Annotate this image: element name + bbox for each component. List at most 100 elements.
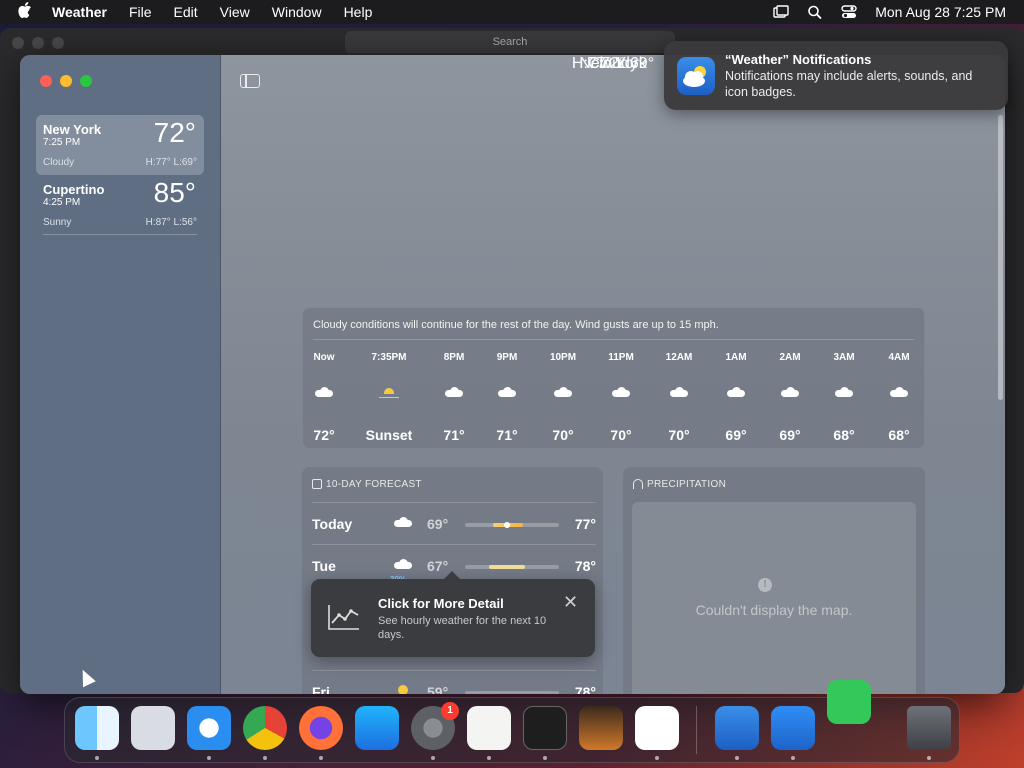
city-time: 4:25 PM xyxy=(43,197,81,208)
forecast-high: 78° xyxy=(574,558,596,574)
close-window-icon[interactable] xyxy=(40,75,52,87)
launchpad-icon[interactable] xyxy=(131,706,175,750)
cloud-icon xyxy=(533,372,593,412)
menu-app-weather[interactable]: Weather xyxy=(52,4,107,20)
control-center-icon[interactable] xyxy=(841,5,857,19)
hourly-forecast-card[interactable]: Cloudy conditions will continue for the … xyxy=(302,307,925,449)
card-title: 10-DAY FORECAST xyxy=(326,479,422,490)
running-indicator xyxy=(319,756,323,760)
safari-icon[interactable] xyxy=(187,706,231,750)
trash-icon[interactable] xyxy=(907,706,951,750)
cloud-icon xyxy=(394,517,412,527)
scrollbar[interactable] xyxy=(998,115,1003,400)
forecast-row-fri[interactable]: Fri 59° 78° xyxy=(312,670,596,694)
running-indicator xyxy=(927,756,931,760)
chrome-icon[interactable] xyxy=(243,706,287,750)
firefox-icon[interactable] xyxy=(299,706,343,750)
bg-window-search-field[interactable]: Search xyxy=(345,31,675,53)
cloud-icon xyxy=(294,372,354,412)
forecast-day: Fri xyxy=(312,684,330,694)
minimize-window-icon[interactable] xyxy=(60,75,72,87)
menu-help[interactable]: Help xyxy=(344,4,373,20)
menu-bar: Weather File Edit View Window Help Mon A… xyxy=(0,0,1024,24)
bg-window-zoom-icon[interactable] xyxy=(52,37,64,49)
menubar-clock[interactable]: Mon Aug 28 7:25 PM xyxy=(875,4,1006,20)
divider xyxy=(43,234,197,235)
hourly-column: 7:35PM Sunset xyxy=(359,352,419,443)
temperature-range-bar xyxy=(465,522,559,528)
running-indicator xyxy=(95,756,99,760)
apple-menu-icon[interactable] xyxy=(18,2,38,22)
city-name: New York xyxy=(43,122,102,137)
hour-temperature: 72° xyxy=(313,427,335,443)
sun-icon xyxy=(394,685,408,694)
city-condition: Sunny xyxy=(43,217,72,228)
forecast-high: 78° xyxy=(574,684,596,694)
precipitation-card[interactable]: PRECIPITATION ! Couldn't display the map… xyxy=(623,467,925,694)
cloud-icon xyxy=(649,372,709,412)
sidebar-item-cupertino[interactable]: Cupertino 4:25 PM 85° Sunny H:87° L:56° xyxy=(36,175,204,235)
hour-temperature: 69° xyxy=(779,427,801,443)
textedit-icon[interactable] xyxy=(467,706,511,750)
forecast-row-today[interactable]: Today 69° 77° xyxy=(312,502,596,544)
finder-icon[interactable] xyxy=(75,706,119,750)
chart-line-icon xyxy=(327,603,361,631)
running-indicator xyxy=(487,756,491,760)
weather-icon[interactable] xyxy=(715,706,759,750)
running-indicator xyxy=(207,756,211,760)
close-icon[interactable]: ✕ xyxy=(563,593,578,611)
cloud-icon xyxy=(477,372,537,412)
cloud-icon xyxy=(760,372,820,412)
bg-window-minimize-icon[interactable] xyxy=(32,37,44,49)
spotlight-search-icon[interactable] xyxy=(807,5,823,20)
city-condition: Cloudy xyxy=(43,157,75,168)
menu-edit[interactable]: Edit xyxy=(174,4,198,20)
notification-body: Notifications may include alerts, sounds… xyxy=(725,69,973,99)
menu-view[interactable]: View xyxy=(220,4,250,20)
notification-banner[interactable]: “Weather” Notifications Notifications ma… xyxy=(664,41,1008,110)
garageband-icon[interactable] xyxy=(579,706,623,750)
hour-label: 8PM xyxy=(443,352,465,363)
notification-badge: 1 xyxy=(441,702,459,720)
hour-label: 3AM xyxy=(833,352,855,363)
detail-tip-popover[interactable]: Click for More Detail See hourly weather… xyxy=(311,571,595,657)
bg-window-close-icon[interactable] xyxy=(12,37,24,49)
keynote-icon[interactable] xyxy=(771,706,815,750)
hourly-column: 10PM 70° xyxy=(533,352,593,443)
menu-window[interactable]: Window xyxy=(272,4,322,20)
menu-file[interactable]: File xyxy=(129,4,152,20)
hour-temperature: 69° xyxy=(725,427,747,443)
vscode-icon[interactable] xyxy=(635,706,679,750)
weather-window: New York 7:25 PM 72° Cloudy H:77° L:69° … xyxy=(20,55,1005,694)
precipitation-map[interactable] xyxy=(632,502,916,694)
tip-body: See hourly weather for the next 10 days. xyxy=(378,615,547,641)
dock: 1 xyxy=(64,680,960,763)
forecast-high: 77° xyxy=(574,516,596,532)
screen-mirroring-icon[interactable] xyxy=(773,5,789,19)
app-store-icon[interactable] xyxy=(355,706,399,750)
hour-temperature: 71° xyxy=(443,427,465,443)
city-temperature: 85° xyxy=(153,177,196,208)
hour-label: 1AM xyxy=(725,352,747,363)
sidebar-toggle-icon[interactable] xyxy=(240,74,260,88)
hour-label: 4AM xyxy=(888,352,910,363)
sidebar-item-new-york[interactable]: New York 7:25 PM 72° Cloudy H:77° L:69° xyxy=(36,115,204,175)
hour-temperature: 70° xyxy=(552,427,574,443)
hour-temperature: 68° xyxy=(833,427,855,443)
messages-icon[interactable] xyxy=(827,680,871,724)
hour-label: 9PM xyxy=(496,352,518,363)
terminal-icon[interactable] xyxy=(523,706,567,750)
hour-temperature: 70° xyxy=(668,427,690,443)
running-indicator xyxy=(655,756,659,760)
forecast-low: 59° xyxy=(427,684,449,694)
dock-separator xyxy=(696,706,697,754)
rain-cloud-icon xyxy=(394,559,412,569)
sunset-icon xyxy=(359,372,419,412)
hour-label: Now xyxy=(313,352,335,363)
cloud-icon xyxy=(706,372,766,412)
hourly-column: 2AM 69° xyxy=(760,352,820,443)
hour-temperature: 70° xyxy=(610,427,632,443)
zoom-window-icon[interactable] xyxy=(80,75,92,87)
hour-temperature: 68° xyxy=(888,427,910,443)
city-high-low: H:87° L:56° xyxy=(145,217,197,228)
